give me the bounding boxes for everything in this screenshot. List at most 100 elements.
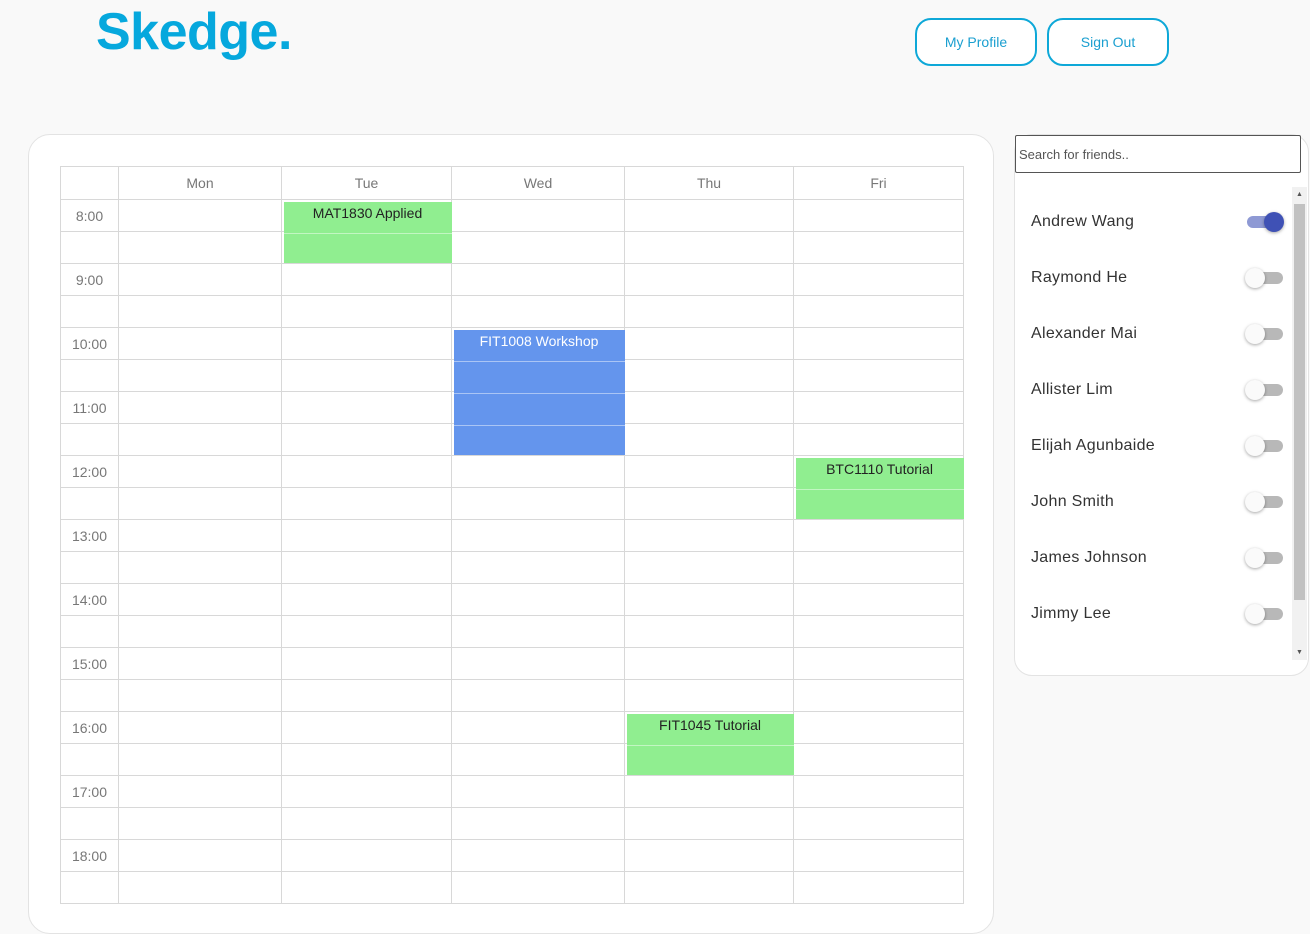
friend-visibility-toggle[interactable] [1245,324,1283,344]
time-slot-cell[interactable] [118,487,282,520]
time-slot-cell[interactable] [451,199,625,232]
time-slot-cell[interactable] [793,583,964,616]
time-slot-cell[interactable] [118,359,282,392]
time-slot-cell[interactable] [451,583,625,616]
toggle-thumb[interactable] [1245,380,1265,400]
time-slot-cell[interactable] [118,391,282,424]
time-slot-cell[interactable] [793,391,964,424]
time-slot-cell[interactable] [281,679,452,712]
time-slot-cell[interactable] [281,711,452,744]
time-slot-cell[interactable] [624,775,794,808]
toggle-thumb[interactable] [1245,324,1265,344]
time-slot-cell[interactable] [793,231,964,264]
time-slot-cell[interactable] [118,327,282,360]
class-event[interactable]: BTC1110 Tutorial [795,457,964,519]
toggle-thumb[interactable] [1264,212,1284,232]
time-slot-cell[interactable] [451,519,625,552]
time-slot-cell[interactable] [281,295,452,328]
friend-visibility-toggle[interactable] [1245,380,1283,400]
toggle-thumb[interactable] [1245,436,1265,456]
class-event[interactable]: FIT1008 Workshop [453,329,625,455]
time-slot-cell[interactable] [281,487,452,520]
time-slot-cell[interactable] [281,423,452,456]
time-slot-cell[interactable] [624,871,794,904]
toggle-thumb[interactable] [1245,268,1265,288]
friend-visibility-toggle[interactable] [1245,548,1283,568]
friend-visibility-toggle[interactable] [1245,268,1283,288]
time-slot-cell[interactable] [451,743,625,776]
time-slot-cell[interactable] [281,391,452,424]
time-slot-cell[interactable] [624,615,794,648]
time-slot-cell[interactable] [624,391,794,424]
time-slot-cell[interactable] [451,647,625,680]
time-slot-cell[interactable] [624,551,794,584]
friend-visibility-toggle[interactable] [1245,436,1283,456]
time-slot-cell[interactable] [281,519,452,552]
class-event[interactable]: FIT1045 Tutorial [626,713,794,775]
friend-visibility-toggle[interactable] [1245,492,1283,512]
time-slot-cell[interactable] [118,711,282,744]
time-slot-cell[interactable] [451,871,625,904]
friend-search-input[interactable] [1015,135,1301,173]
time-slot-cell[interactable] [118,871,282,904]
time-slot-cell[interactable] [281,615,452,648]
friend-visibility-toggle[interactable] [1247,212,1284,232]
time-slot-cell[interactable] [793,743,964,776]
time-slot-cell[interactable] [624,423,794,456]
time-slot-cell[interactable] [624,519,794,552]
time-slot-cell[interactable] [624,679,794,712]
time-slot-cell[interactable] [118,615,282,648]
time-slot-cell[interactable] [793,647,964,680]
time-slot-cell[interactable] [281,839,452,872]
time-slot-cell[interactable] [281,327,452,360]
time-slot-cell[interactable] [624,199,794,232]
time-slot-cell[interactable] [624,295,794,328]
time-slot-cell[interactable] [281,455,452,488]
time-slot-cell[interactable] [118,423,282,456]
time-slot-cell[interactable] [624,647,794,680]
time-slot-cell[interactable] [451,487,625,520]
time-slot-cell[interactable] [624,583,794,616]
time-slot-cell[interactable] [281,743,452,776]
time-slot-cell[interactable] [793,711,964,744]
time-slot-cell[interactable] [624,839,794,872]
time-slot-cell[interactable] [451,711,625,744]
friend-visibility-toggle[interactable] [1245,604,1283,624]
time-slot-cell[interactable] [624,359,794,392]
time-slot-cell[interactable] [281,775,452,808]
time-slot-cell[interactable] [118,679,282,712]
time-slot-cell[interactable] [451,807,625,840]
time-slot-cell[interactable] [281,551,452,584]
time-slot-cell[interactable] [793,839,964,872]
my-profile-button[interactable]: My Profile [915,18,1037,66]
time-slot-cell[interactable] [451,679,625,712]
time-slot-cell[interactable] [118,455,282,488]
time-slot-cell[interactable] [118,743,282,776]
time-slot-cell[interactable] [451,551,625,584]
time-slot-cell[interactable] [624,455,794,488]
time-slot-cell[interactable] [793,615,964,648]
time-slot-cell[interactable] [451,839,625,872]
toggle-thumb[interactable] [1245,492,1265,512]
time-slot-cell[interactable] [118,775,282,808]
time-slot-cell[interactable] [793,807,964,840]
time-slot-cell[interactable] [793,359,964,392]
time-slot-cell[interactable] [118,519,282,552]
time-slot-cell[interactable] [793,679,964,712]
time-slot-cell[interactable] [793,871,964,904]
toggle-thumb[interactable] [1245,604,1265,624]
time-slot-cell[interactable] [118,263,282,296]
time-slot-cell[interactable] [624,231,794,264]
time-slot-cell[interactable] [281,647,452,680]
friends-list-scrollbar[interactable]: ▲ ▼ [1292,187,1307,660]
time-slot-cell[interactable] [624,327,794,360]
time-slot-cell[interactable] [624,807,794,840]
time-slot-cell[interactable] [451,615,625,648]
time-slot-cell[interactable] [793,551,964,584]
time-slot-cell[interactable] [451,231,625,264]
time-slot-cell[interactable] [281,263,452,296]
time-slot-cell[interactable] [793,295,964,328]
time-slot-cell[interactable] [281,583,452,616]
time-slot-cell[interactable] [793,327,964,360]
time-slot-cell[interactable] [118,295,282,328]
